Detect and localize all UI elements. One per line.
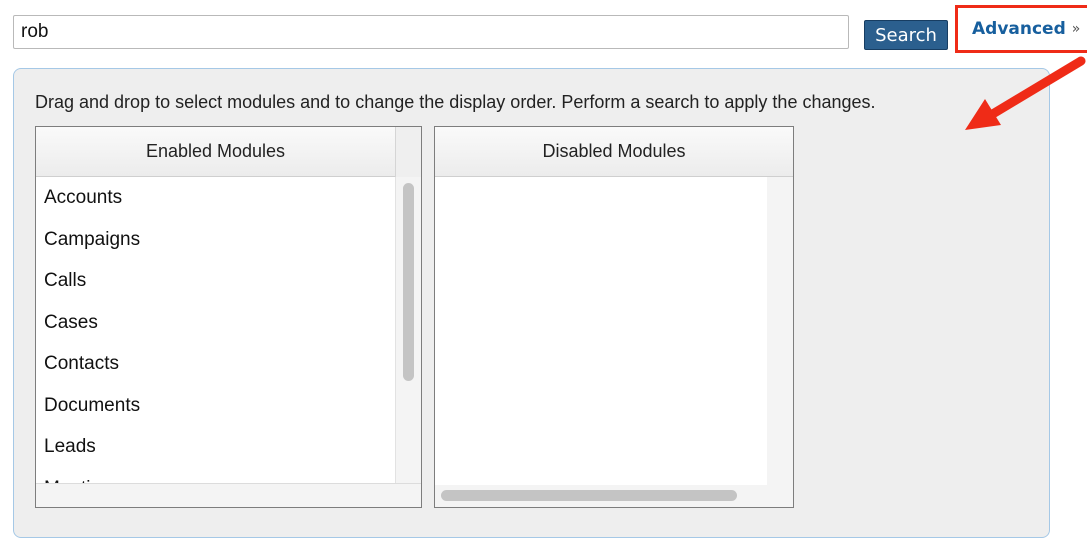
red-arrow-annotation [965, 56, 1086, 130]
list-item[interactable]: Meetings [36, 468, 396, 484]
horizontal-scroll-track [36, 483, 421, 507]
list-item[interactable]: Calls [36, 260, 396, 302]
double-chevron-down-icon: » [1071, 21, 1081, 37]
scrollbar-thumb[interactable] [403, 183, 414, 381]
scrollbar-thumb[interactable] [441, 490, 737, 501]
list-item[interactable]: Contacts [36, 343, 396, 385]
list-item[interactable]: Campaigns [36, 219, 396, 261]
list-item[interactable]: Leads [36, 426, 396, 468]
enabled-modules-header: Enabled Modules [36, 127, 395, 177]
advanced-link[interactable]: Advanced » [955, 5, 1087, 53]
disabled-modules-header: Disabled Modules [435, 127, 793, 177]
vertical-scroll-track [767, 177, 793, 485]
horizontal-scrollbar[interactable] [435, 485, 793, 507]
list-item[interactable]: Cases [36, 302, 396, 344]
search-button[interactable]: Search [864, 20, 948, 50]
advanced-label: Advanced [972, 19, 1066, 39]
enabled-modules-items: Accounts Campaigns Calls Cases Contacts … [36, 177, 396, 483]
list-item[interactable]: Accounts [36, 177, 396, 219]
search-input[interactable] [13, 15, 849, 49]
instructions-text: Drag and drop to select modules and to c… [35, 92, 876, 112]
enabled-modules-list[interactable]: Enabled Modules Accounts Campaigns Calls… [35, 126, 422, 508]
list-item[interactable]: Documents [36, 385, 396, 427]
header-scroll-gap [395, 127, 421, 177]
vertical-scrollbar[interactable] [395, 177, 421, 483]
disabled-modules-list[interactable]: Disabled Modules [434, 126, 794, 508]
